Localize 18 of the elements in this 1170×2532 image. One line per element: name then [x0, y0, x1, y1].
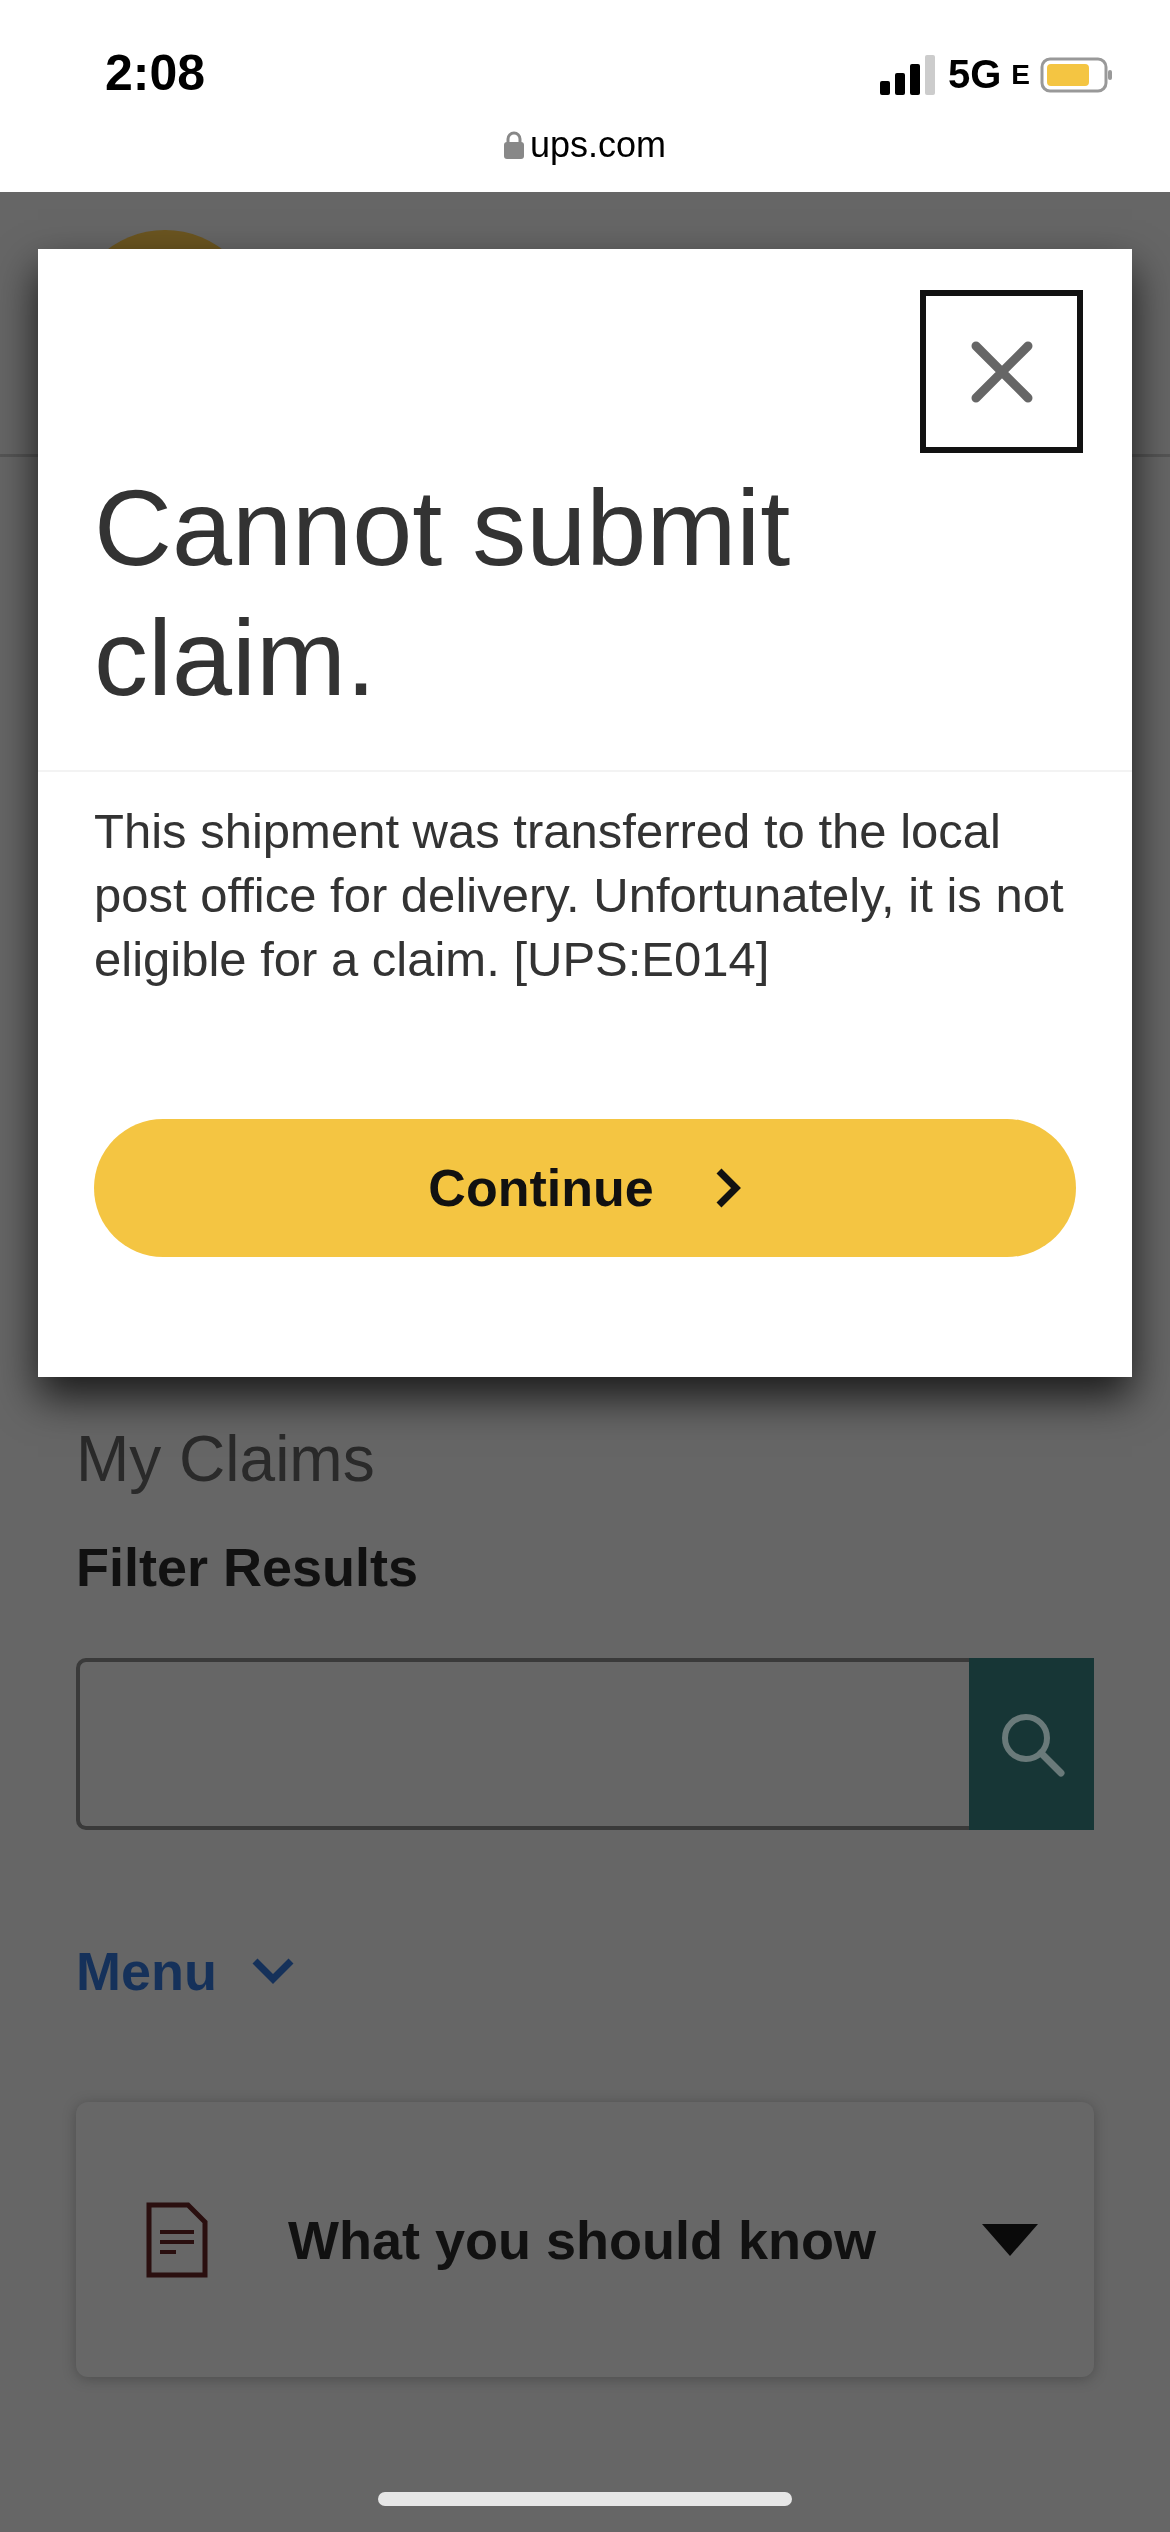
- close-button[interactable]: [920, 290, 1083, 453]
- dialog-message: This shipment was transferred to the local post office for delivery. Unfortunately, it is not eligible for a claim. [UPS:E014]: [94, 803, 1065, 988]
- accordion-title: What you should know: [288, 2208, 877, 2271]
- search-button[interactable]: [969, 1658, 1094, 1830]
- network-label: 5G: [947, 52, 1002, 97]
- signal-icon: [879, 54, 938, 95]
- battery-icon: [1040, 56, 1114, 93]
- status-time: 2:08: [105, 44, 206, 102]
- page-heading: My Claims: [76, 1422, 376, 1496]
- lock-icon: [503, 131, 524, 159]
- filter-label: Filter Results: [76, 1536, 420, 1598]
- dialog-title: Cannot submit claim.: [94, 466, 792, 720]
- document-icon: [146, 2201, 208, 2278]
- close-icon: [969, 339, 1034, 404]
- continue-button[interactable]: Continue: [94, 1119, 1076, 1258]
- network-suffix: E: [1011, 58, 1030, 91]
- search-field[interactable]: [76, 1658, 969, 1830]
- url-text[interactable]: ups.com: [529, 124, 667, 166]
